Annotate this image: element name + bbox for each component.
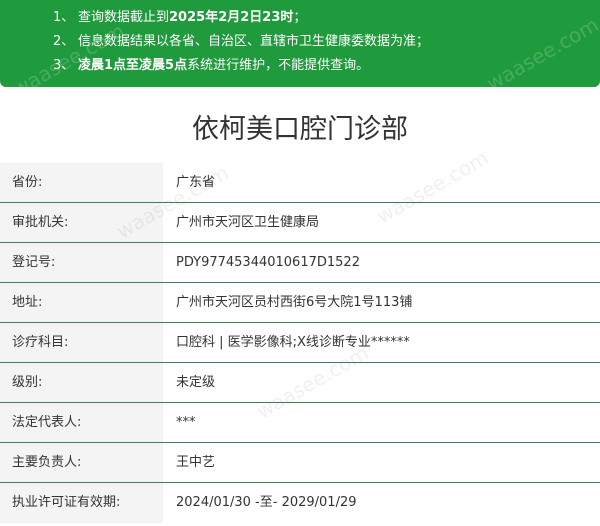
notice-line-3: 3、 凌晨1点至凌晨5点系统进行维护，不能提供查询。	[0, 54, 600, 78]
table-row: 审批机关: 广州市天河区卫生健康局	[0, 203, 600, 243]
notice-number: 3、	[53, 58, 75, 73]
row-value: 广州市天河区卫生健康局	[163, 203, 600, 242]
notice-number: 1、	[53, 10, 75, 25]
row-value: 2024/01/30 -至- 2029/01/29	[163, 483, 600, 523]
table-row: 地址: 广州市天河区员村西街6号大院1号113铺	[0, 283, 600, 323]
notice-number: 2、	[53, 34, 75, 49]
table-row: 法定代表人: ***	[0, 403, 600, 443]
row-value: 口腔科 | 医学影像科;X线诊断专业******	[163, 323, 600, 362]
page-title: 依柯美口腔门诊部	[192, 114, 408, 145]
row-label: 执业许可证有效期:	[0, 483, 163, 523]
notice-line-2: 2、 信息数据结果以各省、自治区、直辖市卫生健康委数据为准；	[0, 30, 600, 54]
row-label: 主要负责人:	[0, 443, 163, 482]
row-label: 登记号:	[0, 243, 163, 282]
table-row: 诊疗科目: 口腔科 | 医学影像科;X线诊断专业******	[0, 323, 600, 363]
row-label: 地址:	[0, 283, 163, 322]
table-row: 登记号: PDY97745344010617D1522	[0, 243, 600, 283]
notice-text: 查询数据截止到2025年2月2日23时；	[78, 10, 307, 25]
table-row: 级别: 未定级	[0, 363, 600, 403]
notice-line-1: 1、 查询数据截止到2025年2月2日23时；	[0, 6, 600, 30]
notice-text: 信息数据结果以各省、自治区、直辖市卫生健康委数据为准；	[78, 34, 430, 49]
row-value: 未定级	[163, 363, 600, 402]
row-label: 法定代表人:	[0, 403, 163, 442]
row-value: 广东省	[163, 163, 600, 202]
row-label: 省份:	[0, 163, 163, 202]
row-value: 王中艺	[163, 443, 600, 482]
row-label: 级别:	[0, 363, 163, 402]
notice-banner: 1、 查询数据截止到2025年2月2日23时； 2、 信息数据结果以各省、自治区…	[0, 0, 600, 102]
table-row: 执业许可证有效期: 2024/01/30 -至- 2029/01/29	[0, 483, 600, 523]
notice-text: 凌晨1点至凌晨5点系统进行维护，不能提供查询。	[78, 58, 370, 73]
row-value: ***	[163, 403, 600, 442]
table-row: 主要负责人: 王中艺	[0, 443, 600, 483]
row-label: 审批机关:	[0, 203, 163, 242]
row-value: 广州市天河区员村西街6号大院1号113铺	[163, 283, 600, 322]
table-row: 省份: 广东省	[0, 163, 600, 203]
row-label: 诊疗科目:	[0, 323, 163, 362]
row-value: PDY97745344010617D1522	[163, 243, 600, 282]
info-table: 省份: 广东省 审批机关: 广州市天河区卫生健康局 登记号: PDY977453…	[0, 163, 600, 523]
